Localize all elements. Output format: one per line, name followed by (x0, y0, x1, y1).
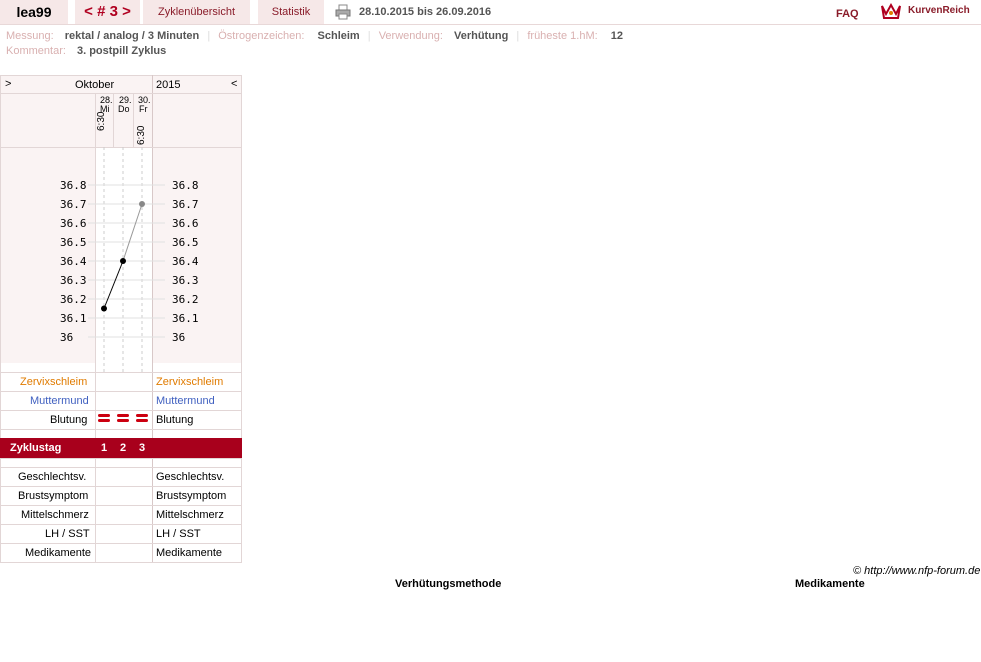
cycle-chart: > Oktober 2015 < 28. Mi 6:30 29. Do 30. … (0, 75, 242, 563)
temp-tick-left: 36.7 (60, 198, 87, 211)
cycle-day: 2 (120, 442, 127, 454)
row-lh-left: LH / SST (45, 528, 90, 540)
info-label: Messung: (6, 30, 54, 42)
top-bar: lea99 < # 3 > Zyklenübersicht Statistik … (0, 0, 981, 25)
row-gv-right: Geschlechtsv. (156, 471, 225, 483)
footer-label-medikamente: Medikamente (795, 578, 865, 590)
info-line-2: Kommentar: 3. postpill Zyklus (6, 45, 166, 57)
logo-text: KurvenReich (908, 5, 970, 16)
temp-tick-right: 36.7 (172, 198, 199, 211)
print-icon[interactable] (335, 4, 351, 20)
row-med-left: Medikamente (25, 547, 92, 559)
footer-label-verhuetung: Verhütungsmethode (395, 578, 502, 590)
row-brust-right: Brustsymptom (156, 490, 227, 502)
blood-marker-icon (98, 419, 110, 422)
blood-marker-icon (136, 414, 148, 417)
blood-marker-icon (117, 414, 129, 417)
row-med-right: Medikamente (156, 547, 223, 559)
temp-tick-left: 36.6 (60, 217, 87, 230)
tab-statistik[interactable]: Statistik (258, 0, 324, 24)
cycle-nav[interactable]: < # 3 > (75, 0, 140, 24)
temp-tick-left: 36 (60, 331, 73, 344)
cycle-day: 3 (139, 442, 146, 454)
temp-tick-right: 36 (172, 331, 185, 344)
user-tab[interactable]: lea99 (0, 0, 68, 24)
row-mittel-right: Mittelschmerz (156, 509, 224, 521)
tab-zyklenuebersicht[interactable]: Zyklenübersicht (143, 0, 250, 24)
row-brust-left: Brustsymptom (18, 490, 89, 502)
temp-tick-right: 36.2 (172, 293, 199, 306)
comment-value: 3. postpill Zyklus (76, 45, 167, 57)
temp-point (120, 258, 126, 264)
blood-marker-icon (136, 419, 148, 422)
row-zervix-right: Zervixschleim (156, 376, 224, 388)
copyright: © http://www.nfp-forum.de (853, 565, 981, 577)
temp-tick-right: 36.4 (172, 255, 199, 268)
temp-tick-right: 36.8 (172, 179, 199, 192)
temp-tick-right: 36.1 (172, 312, 199, 325)
info-value: Schleim (317, 30, 360, 42)
temp-point (139, 201, 145, 207)
row-muttermund-left: Muttermund (30, 395, 89, 407)
temp-tick-right: 36.3 (172, 274, 199, 287)
temp-line-segment (103, 260, 124, 309)
row-zervix-left: Zervixschleim (20, 376, 88, 388)
date-range: 28.10.2015 bis 26.09.2016 (359, 6, 492, 18)
temp-tick-left: 36.5 (60, 236, 87, 249)
row-muttermund-right: Muttermund (156, 395, 215, 407)
faq-link[interactable]: FAQ (836, 8, 859, 20)
row-mittel-left: Mittelschmerz (21, 509, 89, 521)
row-lh-right: LH / SST (156, 528, 201, 540)
info-value: rektal / analog / 3 Minuten (64, 30, 200, 42)
temp-line-segment (122, 203, 143, 262)
info-value: Verhütung (453, 30, 509, 42)
info-label: Östrogenzeichen: (218, 30, 305, 42)
blood-marker-icon (117, 419, 129, 422)
row-blutung-left: Blutung (50, 414, 88, 426)
info-value: 12 (610, 30, 623, 42)
temp-tick-left: 36.2 (60, 293, 87, 306)
temp-tick-right: 36.5 (172, 236, 199, 249)
cycle-day: 1 (101, 442, 108, 454)
temp-tick-left: 36.1 (60, 312, 87, 325)
info-label: Verwendung: (378, 30, 443, 42)
comment-label: Kommentar: (6, 45, 66, 57)
info-label: früheste 1.hM: (527, 30, 598, 42)
crown-icon (881, 2, 901, 19)
temp-tick-left: 36.8 (60, 179, 87, 192)
temp-tick-left: 36.3 (60, 274, 87, 287)
temp-point (101, 305, 107, 312)
logo[interactable]: KurvenReich (880, 2, 981, 22)
zyklustag-label: Zyklustag (10, 442, 62, 454)
temp-tick-right: 36.6 (172, 217, 199, 230)
info-line-1: Messung: rektal / analog / 3 Minuten | Ö… (6, 30, 623, 42)
row-gv-left: Geschlechtsv. (18, 471, 87, 483)
row-blutung-right: Blutung (156, 414, 194, 426)
temp-tick-left: 36.4 (60, 255, 87, 268)
blood-marker-icon (98, 414, 110, 417)
